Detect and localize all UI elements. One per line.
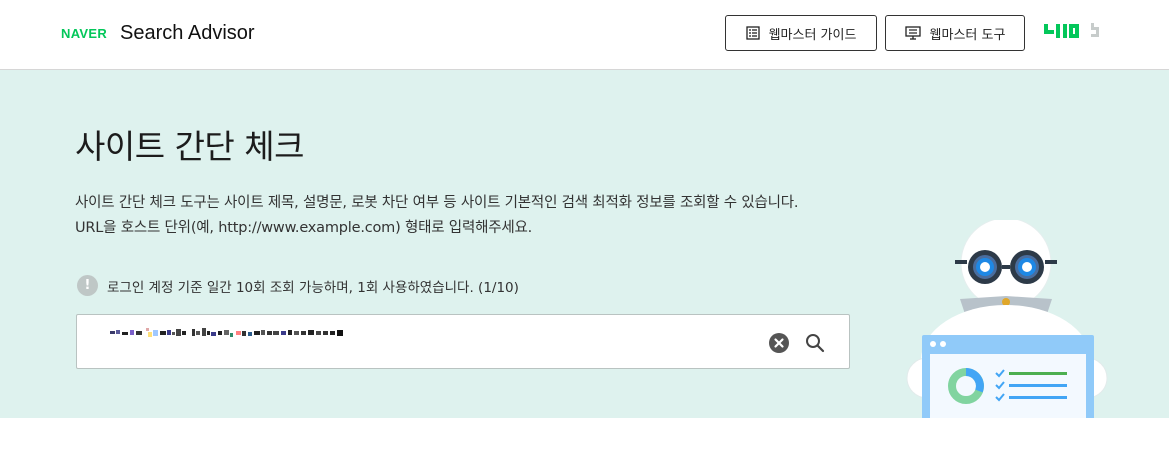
close-circle-icon (774, 338, 784, 348)
hero-section: 사이트 간단 체크 사이트 간단 체크 도구는 사이트 제목, 설명문, 로봇 … (0, 70, 1169, 418)
info-icon: ! (77, 275, 98, 296)
redacted-url-text (110, 328, 343, 337)
usage-notice: ! 로그인 계정 기준 일간 10회 조회 가능하며, 1회 사용하였습니다. … (77, 275, 519, 296)
pixel-logo-icon (1044, 23, 1099, 38)
description-line-1: 사이트 간단 체크 도구는 사이트 제목, 설명문, 로봇 차단 여부 등 사이… (75, 195, 799, 211)
monitor-icon (904, 26, 921, 40)
clear-input-button[interactable] (769, 333, 789, 353)
brand[interactable]: NAVER Search Advisor (61, 22, 255, 45)
robot-mascot-illustration (906, 220, 1108, 418)
search-icon (806, 334, 825, 353)
webmaster-tools-button[interactable]: 웹마스터 도구 (885, 15, 1025, 51)
webmaster-guide-label: 웹마스터 가이드 (768, 27, 857, 43)
description: 사이트 간단 체크 도구는 사이트 제목, 설명문, 로봇 차단 여부 등 사이… (75, 191, 799, 241)
top-header: NAVER Search Advisor 웹마스터 가이드 웹마스터 도구 (0, 0, 1169, 70)
webmaster-tools-label: 웹마스터 도구 (929, 27, 1006, 43)
usage-notice-text: 로그인 계정 기준 일간 10회 조회 가능하며, 1회 사용하였습니다. (1… (107, 279, 519, 296)
webmaster-guide-button[interactable]: 웹마스터 가이드 (725, 15, 877, 51)
user-badge[interactable] (1043, 21, 1105, 41)
description-line-2: URL을 호스트 단위(예, http://www.example.com) 형… (75, 220, 533, 236)
search-button[interactable] (804, 332, 826, 354)
page-title: 사이트 간단 체크 (75, 127, 305, 166)
url-search-box (76, 314, 850, 369)
app-name[interactable]: Search Advisor (120, 22, 255, 45)
document-list-icon (745, 26, 760, 40)
page-bottom (0, 418, 1169, 450)
naver-logo[interactable]: NAVER (61, 26, 107, 41)
